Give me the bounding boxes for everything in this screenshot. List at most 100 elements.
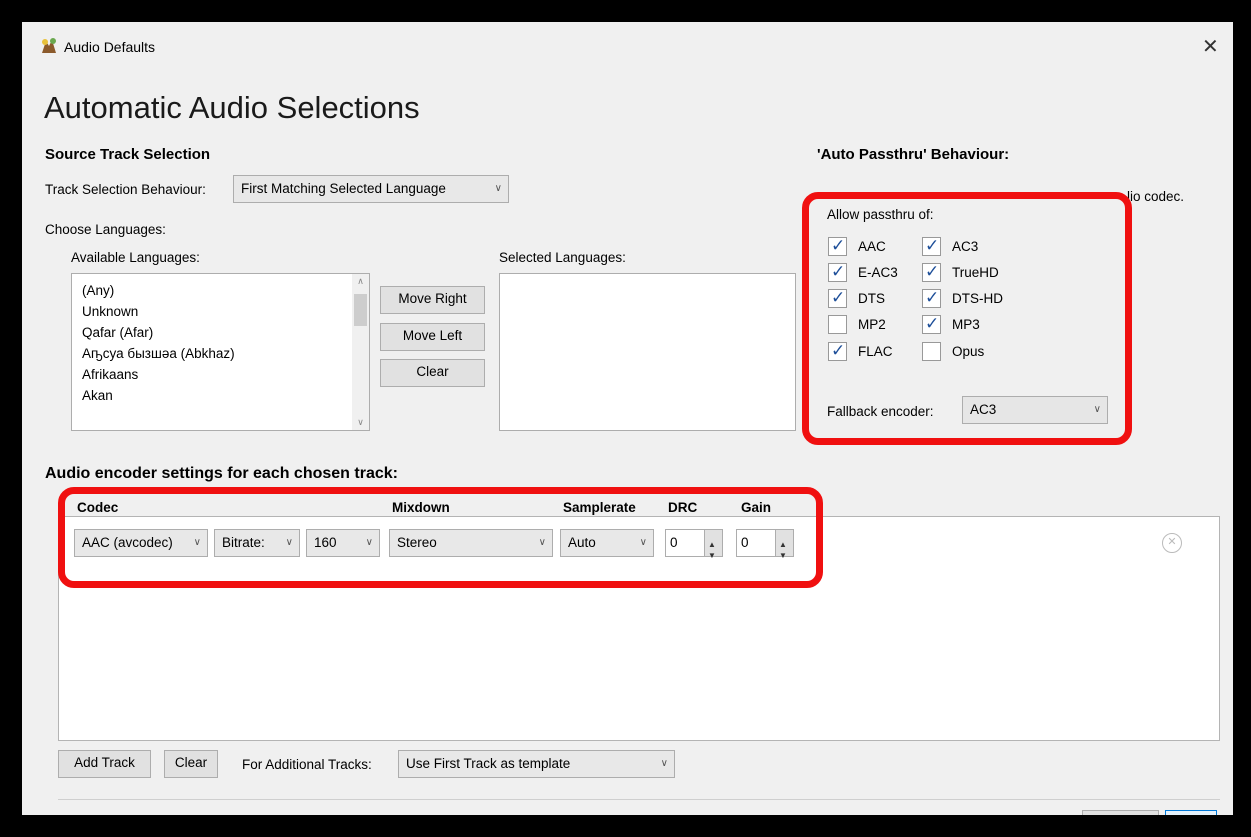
allow-passthru-label: Allow passthru of: [827, 207, 934, 222]
passthru-heading: 'Auto Passthru' Behaviour: [817, 146, 1010, 163]
checkbox-ac3[interactable]: ✓ [922, 236, 941, 256]
scroll-up-icon[interactable]: ∧ [352, 276, 369, 287]
column-mixdown: Mixdown [392, 500, 450, 515]
list-item[interactable]: Qafar (Afar) [72, 322, 369, 343]
chevron-down-icon: ∨ [660, 758, 668, 769]
behaviour-value: First Matching Selected Language [241, 181, 446, 196]
chevron-down-icon: ∨ [639, 537, 647, 548]
checkbox-label: TrueHD [952, 265, 999, 280]
fallback-encoder-label: Fallback encoder: [827, 404, 934, 419]
codec-select[interactable]: AAC (avcodec) ∨ [74, 529, 208, 557]
checkbox-label: FLAC [858, 344, 893, 359]
check-icon: ✓ [925, 262, 940, 281]
column-samplerate: Samplerate [563, 500, 636, 515]
chevron-down-icon: ∨ [285, 537, 293, 548]
additional-tracks-label: For Additional Tracks: [242, 757, 372, 772]
gain-value: 0 [741, 535, 749, 550]
page-title: Automatic Audio Selections [44, 90, 420, 125]
list-item[interactable]: (Any) [72, 280, 369, 301]
checkbox-label: Opus [952, 344, 985, 359]
additional-tracks-select[interactable]: Use First Track as template ∨ [398, 750, 675, 778]
arrow-down-icon[interactable]: ▼ [779, 543, 787, 569]
chevron-down-icon: ∨ [190, 530, 201, 556]
checkbox-aac[interactable]: ✓ [828, 236, 847, 256]
checkbox-label: DTS-HD [952, 291, 1003, 306]
checkbox-dts[interactable]: ✓ [828, 288, 847, 308]
check-icon: ✓ [925, 314, 940, 333]
chevron-down-icon: ∨ [494, 183, 502, 194]
checkbox-label: MP3 [952, 317, 980, 332]
arrow-down-icon[interactable]: ▼ [708, 543, 716, 569]
choose-languages-label: Choose Languages: [45, 222, 166, 237]
column-gain: Gain [741, 500, 772, 515]
scrollbar[interactable]: ∧ ∨ [352, 274, 369, 430]
clear-languages-button[interactable]: Clear [380, 359, 485, 387]
samplerate-value: Auto [568, 535, 596, 550]
chevron-down-icon: ∨ [1093, 404, 1101, 415]
dialog-button-partial[interactable] [1082, 810, 1159, 815]
checkbox-dtshd[interactable]: ✓ [922, 288, 941, 308]
list-item[interactable]: Unknown [72, 301, 369, 322]
checkbox-label: E-AC3 [858, 265, 898, 280]
available-languages-list[interactable]: (Any) Unknown Qafar (Afar) Аҧсуа бызшәа … [71, 273, 370, 431]
window-title: Audio Defaults [64, 39, 156, 55]
check-icon: ✓ [925, 288, 940, 307]
move-left-button[interactable]: Move Left [380, 323, 485, 351]
list-item[interactable]: Akan [72, 385, 369, 406]
drc-value: 0 [670, 535, 678, 550]
column-codec: Codec [77, 500, 119, 515]
app-icon [40, 37, 58, 55]
check-icon: ✓ [831, 236, 846, 255]
checkbox-eac3[interactable]: ✓ [828, 262, 847, 282]
list-item[interactable]: Аҧсуа бызшәа (Abkhaz) [72, 343, 369, 364]
checkbox-label: MP2 [858, 317, 886, 332]
scroll-down-icon[interactable]: ∨ [352, 417, 369, 428]
checkbox-mp3[interactable]: ✓ [922, 314, 941, 334]
check-icon: ✓ [925, 236, 940, 255]
fallback-encoder-select[interactable]: AC3 ∨ [962, 396, 1108, 424]
drc-stepper[interactable]: 0 ▲ ▼ [665, 529, 723, 560]
checkbox-label: AAC [858, 239, 886, 254]
mixdown-select[interactable]: Stereo ∨ [389, 529, 553, 557]
footer-divider [58, 799, 1220, 800]
chevron-down-icon: ∨ [365, 537, 373, 548]
add-track-button[interactable]: Add Track [58, 750, 151, 778]
audio-defaults-window: Audio Defaults ✕ Automatic Audio Selecti… [22, 22, 1233, 815]
column-drc: DRC [668, 500, 698, 515]
gain-stepper[interactable]: 0 ▲ ▼ [736, 529, 794, 560]
source-heading: Source Track Selection [45, 146, 211, 163]
checkbox-flac[interactable]: ✓ [828, 341, 847, 361]
fallback-value: AC3 [970, 402, 997, 417]
checkbox-label: AC3 [952, 239, 979, 254]
bitrate-select[interactable]: 160 ∨ [306, 529, 380, 557]
additional-tracks-value: Use First Track as template [406, 756, 571, 771]
bitrate-mode-value: Bitrate: [222, 535, 265, 550]
gain-spin-buttons[interactable]: ▲ ▼ [775, 530, 793, 560]
remove-track-icon[interactable]: ✕ [1162, 533, 1182, 553]
checkbox-opus[interactable] [922, 342, 941, 361]
mixdown-value: Stereo [397, 535, 437, 550]
checkbox-truehd[interactable]: ✓ [922, 262, 941, 282]
selected-languages-list[interactable] [499, 273, 796, 431]
drc-spin-buttons[interactable]: ▲ ▼ [704, 530, 722, 560]
bitrate-mode-select[interactable]: Bitrate: ∨ [214, 529, 300, 557]
passthru-description: lio codec. [1127, 189, 1185, 204]
checkbox-mp2[interactable] [828, 315, 847, 334]
list-item[interactable]: Afrikaans [72, 364, 369, 385]
scroll-thumb[interactable] [354, 294, 367, 326]
checkbox-label: DTS [858, 291, 885, 306]
check-icon: ✓ [831, 341, 846, 360]
clear-tracks-button[interactable]: Clear [164, 750, 218, 778]
samplerate-select[interactable]: Auto ∨ [560, 529, 654, 557]
codec-value: AAC (avcodec) [82, 535, 173, 550]
close-icon[interactable]: ✕ [1202, 37, 1219, 57]
selected-languages-label: Selected Languages: [499, 250, 626, 265]
dialog-button-partial[interactable] [1165, 810, 1217, 815]
move-right-button[interactable]: Move Right [380, 286, 485, 314]
behaviour-select[interactable]: First Matching Selected Language ∨ [233, 175, 509, 203]
check-icon: ✓ [831, 262, 846, 281]
chevron-down-icon: ∨ [538, 537, 546, 548]
bitrate-value: 160 [314, 535, 337, 550]
available-languages-label: Available Languages: [71, 250, 200, 265]
behaviour-label: Track Selection Behaviour: [45, 182, 206, 197]
